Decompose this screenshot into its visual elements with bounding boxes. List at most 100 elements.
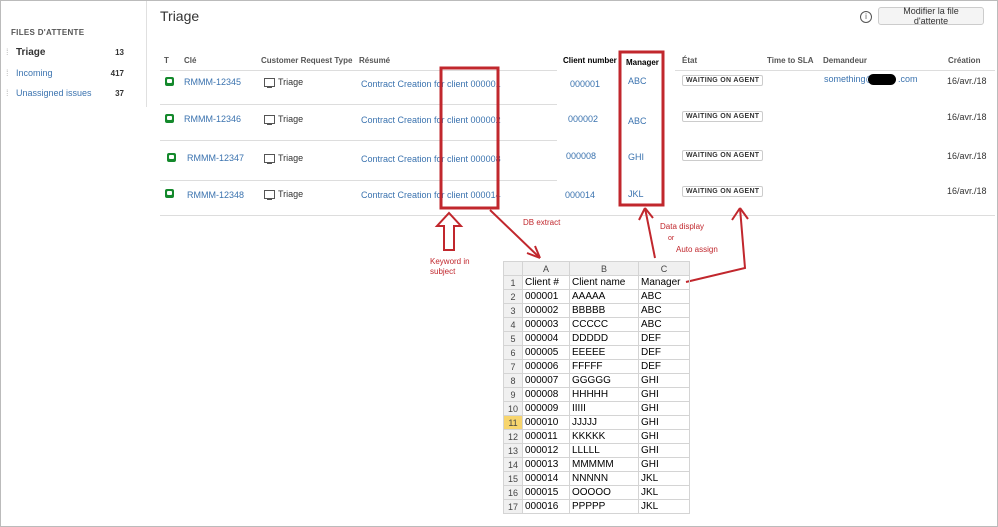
spreadsheet-column-headers: A B C: [503, 261, 690, 276]
sheet-cell[interactable]: MMMMM: [569, 457, 639, 472]
sheet-cell[interactable]: EEEEE: [569, 345, 639, 360]
column-letter[interactable]: C: [638, 261, 690, 276]
sheet-cell[interactable]: 000001: [522, 289, 570, 304]
row-number[interactable]: 14: [503, 457, 523, 472]
sheet-cell[interactable]: FFFFF: [569, 359, 639, 374]
annotation-overlay: [434, 50, 749, 283]
sheet-cell[interactable]: 000015: [522, 485, 570, 500]
sheet-cell[interactable]: 000010: [522, 415, 570, 430]
sheet-cell[interactable]: IIIII: [569, 401, 639, 416]
sheet-cell[interactable]: GHI: [638, 373, 690, 388]
column-letter[interactable]: B: [569, 261, 639, 276]
row-number[interactable]: 2: [503, 289, 523, 304]
sheet-cell[interactable]: ABC: [638, 289, 690, 304]
sheet-cell[interactable]: GHI: [638, 387, 690, 402]
spreadsheet-row: 12 000011 KKKKK GHI: [503, 429, 690, 444]
sheet-cell[interactable]: GHI: [638, 457, 690, 472]
sheet-cell[interactable]: 000012: [522, 443, 570, 458]
spreadsheet-row: 7 000006 FFFFF DEF: [503, 359, 690, 374]
row-number[interactable]: 10: [503, 401, 523, 416]
auto-assign-label: Auto assign: [676, 245, 718, 254]
sheet-cell[interactable]: Client #: [522, 275, 570, 290]
column-letter[interactable]: A: [522, 261, 570, 276]
sheet-cell[interactable]: GGGGG: [569, 373, 639, 388]
spreadsheet-row: 4 000003 CCCCC ABC: [503, 317, 690, 332]
data-display-label: Data display: [660, 222, 705, 231]
spreadsheet-row: 6 000005 EEEEE DEF: [503, 345, 690, 360]
spreadsheet-row: 10 000009 IIIII GHI: [503, 401, 690, 416]
sheet-cell[interactable]: DDDDD: [569, 331, 639, 346]
sheet-cell[interactable]: OOOOO: [569, 485, 639, 500]
row-number[interactable]: 4: [503, 317, 523, 332]
sheet-cell[interactable]: 000008: [522, 387, 570, 402]
sheet-cell[interactable]: AAAAA: [569, 289, 639, 304]
spreadsheet-body: 2 000001 AAAAA ABC 3 000002 BBBBB ABC 4 000003 CCC…: [503, 289, 690, 514]
sheet-cell[interactable]: DEF: [638, 345, 690, 360]
sheet-cell[interactable]: 000002: [522, 303, 570, 318]
row-number[interactable]: 17: [503, 499, 523, 514]
sheet-cell[interactable]: 000003: [522, 317, 570, 332]
sheet-cell[interactable]: JKL: [638, 471, 690, 486]
keyword-label-line1: Keyword in: [430, 257, 470, 266]
sheet-cell[interactable]: HHHHH: [569, 387, 639, 402]
sheet-cell[interactable]: 000005: [522, 345, 570, 360]
sheet-cell[interactable]: 000014: [522, 471, 570, 486]
spreadsheet-row: 14 000013 MMMMM GHI: [503, 457, 690, 472]
row-number[interactable]: 12: [503, 429, 523, 444]
spreadsheet-row: 11 000010 JJJJJ GHI: [503, 415, 690, 430]
row-number[interactable]: 16: [503, 485, 523, 500]
row-number[interactable]: 6: [503, 345, 523, 360]
sheet-cell[interactable]: KKKKK: [569, 429, 639, 444]
corner-cell[interactable]: [503, 261, 523, 276]
sheet-cell[interactable]: PPPPP: [569, 499, 639, 514]
sheet-cell[interactable]: NNNNN: [569, 471, 639, 486]
sheet-cell[interactable]: 000016: [522, 499, 570, 514]
sheet-cell[interactable]: CCCCC: [569, 317, 639, 332]
sheet-cell[interactable]: 000009: [522, 401, 570, 416]
row-number[interactable]: 13: [503, 443, 523, 458]
spreadsheet-row: 2 000001 AAAAA ABC: [503, 289, 690, 304]
spreadsheet-row: 9 000008 HHHHH GHI: [503, 387, 690, 402]
spreadsheet-row: 8 000007 GGGGG GHI: [503, 373, 690, 388]
keyword-label-line2: subject: [430, 267, 456, 276]
db-extract-label: DB extract: [523, 218, 561, 227]
row-number[interactable]: 9: [503, 387, 523, 402]
sheet-cell[interactable]: 000004: [522, 331, 570, 346]
row-number[interactable]: 8: [503, 373, 523, 388]
spreadsheet-row: 15 000014 NNNNN JKL: [503, 471, 690, 486]
sheet-cell[interactable]: JKL: [638, 485, 690, 500]
row-number[interactable]: 5: [503, 331, 523, 346]
sheet-cell[interactable]: Manager: [638, 275, 690, 290]
spreadsheet-row: 3 000002 BBBBB ABC: [503, 303, 690, 318]
sheet-cell[interactable]: DEF: [638, 359, 690, 374]
row-number[interactable]: 11: [503, 415, 523, 430]
row-number[interactable]: 1: [503, 275, 523, 290]
sheet-cell[interactable]: GHI: [638, 401, 690, 416]
row-number[interactable]: 3: [503, 303, 523, 318]
up-arrow-icon: [434, 211, 464, 251]
sheet-cell[interactable]: 000006: [522, 359, 570, 374]
sheet-cell[interactable]: GHI: [638, 443, 690, 458]
keyword-highlight-box: [439, 66, 500, 210]
spreadsheet-row: 5 000004 DDDDD DEF: [503, 331, 690, 346]
row-number[interactable]: 7: [503, 359, 523, 374]
client-spreadsheet: A B C 1 Client # Client name Manager 2 00…: [503, 261, 690, 514]
sheet-cell[interactable]: BBBBB: [569, 303, 639, 318]
sheet-cell[interactable]: 000011: [522, 429, 570, 444]
sheet-cell[interactable]: GHI: [638, 429, 690, 444]
sheet-cell[interactable]: ABC: [638, 317, 690, 332]
sheet-cell[interactable]: DEF: [638, 331, 690, 346]
or-label: or: [668, 235, 675, 242]
sheet-cell[interactable]: JJJJJ: [569, 415, 639, 430]
manager-highlight-box: [618, 50, 665, 207]
row-number[interactable]: 15: [503, 471, 523, 486]
sheet-cell[interactable]: JKL: [638, 499, 690, 514]
sheet-cell[interactable]: ABC: [638, 303, 690, 318]
sheet-cell[interactable]: Client name: [569, 275, 639, 290]
sheet-cell[interactable]: 000007: [522, 373, 570, 388]
spreadsheet-row: 17 000016 PPPPP JKL: [503, 499, 690, 514]
sheet-cell[interactable]: LLLLL: [569, 443, 639, 458]
spreadsheet-row: 16 000015 OOOOO JKL: [503, 485, 690, 500]
sheet-cell[interactable]: 000013: [522, 457, 570, 472]
sheet-cell[interactable]: GHI: [638, 415, 690, 430]
